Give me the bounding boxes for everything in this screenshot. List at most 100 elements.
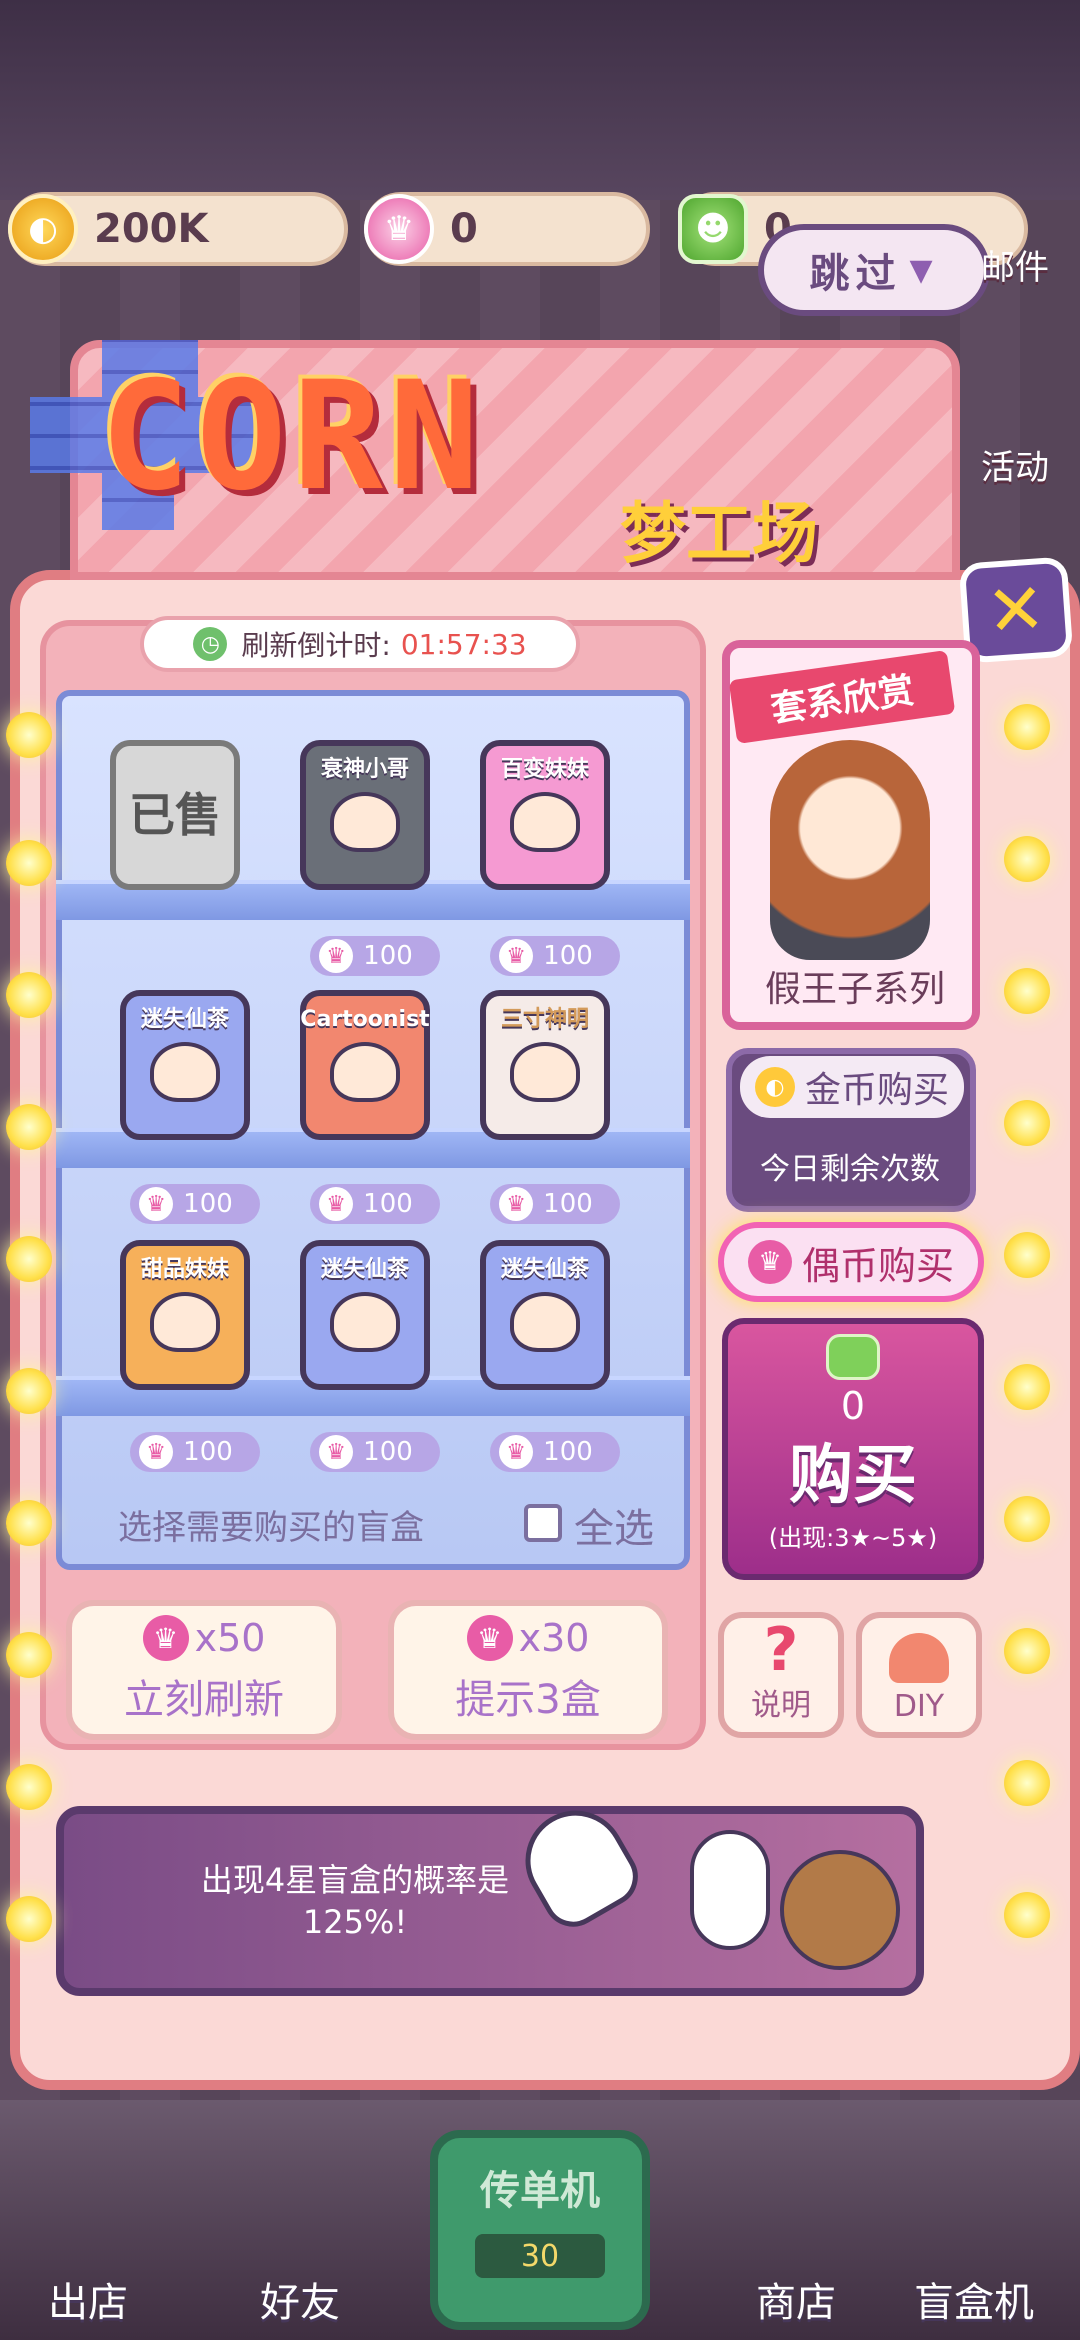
crown-coin-icon: ♛ <box>139 1187 174 1221</box>
blindbox-price: ♛ 100 <box>130 1184 260 1224</box>
blindbox-name: Cartoonist <box>300 1007 430 1032</box>
character-face <box>330 1292 400 1353</box>
blindbox-name: 衰神小哥 <box>320 757 409 782</box>
blindbox-slot[interactable]: 百变妹妹 <box>480 740 610 890</box>
blindbox-slot[interactable]: 迷失仙茶 <box>480 1240 610 1390</box>
marquee-light <box>1004 1760 1050 1806</box>
idol-coin-currency[interactable]: ♛ 0 <box>364 192 650 266</box>
marquee-light <box>6 1500 52 1546</box>
skip-label: 跳过 <box>809 251 902 297</box>
mail-button[interactable]: 邮件 <box>960 240 1070 289</box>
activity-button[interactable]: 活动 <box>960 440 1070 489</box>
background-top <box>0 0 1080 200</box>
hint-label: 提示3盒 <box>455 1677 601 1723</box>
crown-coin-icon: ♛ <box>319 939 354 973</box>
refresh-cost: x50 <box>194 1616 266 1660</box>
marquee-light <box>1004 704 1050 750</box>
select-all-checkbox[interactable] <box>524 1504 562 1542</box>
blindbox-price: ♛ 100 <box>490 936 620 976</box>
blindbox-slot[interactable]: 迷失仙茶 <box>120 990 250 1140</box>
marquee-light <box>1004 1364 1050 1410</box>
hint-cost: x30 <box>518 1616 590 1660</box>
diy-button[interactable]: DIY <box>856 1612 982 1738</box>
select-all-label[interactable]: 全选 <box>574 1496 654 1554</box>
hint-three-button[interactable]: ♛ x30 提示3盒 <box>388 1600 668 1740</box>
crown-coin-icon: ♛ <box>499 1187 534 1221</box>
doll-icon <box>889 1633 949 1683</box>
marquee-light <box>1004 1496 1050 1542</box>
help-label: 说明 <box>751 1688 811 1723</box>
marquee-light <box>6 1764 52 1810</box>
blindbox-name: 百变妹妹 <box>500 757 589 782</box>
refresh-label: 立刻刷新 <box>124 1677 284 1723</box>
marquee-light <box>6 712 52 758</box>
crown-coin-icon: ♛ <box>319 1435 354 1469</box>
crown-coin-icon: ♛ <box>319 1187 354 1221</box>
crown-coin-icon: ♛ <box>747 1240 792 1284</box>
marquee-light <box>1004 1232 1050 1278</box>
marquee-light <box>1004 968 1050 1014</box>
gold-currency[interactable]: ◐ 200K <box>8 192 348 266</box>
buy-odds: (出现:3★~5★) <box>768 1524 938 1552</box>
marquee-light <box>1004 1100 1050 1146</box>
bunny-mascot <box>690 1830 770 1950</box>
refresh-now-button[interactable]: ♛ x50 立刻刷新 <box>66 1600 342 1740</box>
blindbox-price: ♛ 100 <box>490 1432 620 1472</box>
crown-coin-icon: ♛ <box>499 1435 534 1469</box>
series-character-image <box>770 740 930 960</box>
marquee-light <box>6 1368 52 1414</box>
blindbox-price: ♛ 100 <box>130 1432 260 1472</box>
crown-coin-icon: ♛ <box>139 1435 174 1469</box>
gold-coin-icon: ◐ <box>754 1067 795 1107</box>
help-button[interactable]: ? 说明 <box>718 1612 844 1738</box>
marquee-light <box>6 1236 52 1282</box>
select-hint: 选择需要购买的盲盒 <box>118 1508 424 1548</box>
nav-shop[interactable]: 商店 <box>756 2270 836 2328</box>
idol-coin-amount: 0 <box>450 206 478 252</box>
nav-blindbox-machine[interactable]: 盲盒机 <box>914 2270 1034 2328</box>
gold-coin-icon: ◐ <box>8 194 78 264</box>
marquee-light <box>1004 836 1050 882</box>
timer-label: 刷新倒计时: <box>241 629 391 662</box>
crown-coin-icon: ♛ <box>364 194 434 264</box>
blindbox-slot[interactable]: 甜品妹妹 <box>120 1240 250 1390</box>
gold-buy-button[interactable]: ◐ 金币购买 <box>740 1056 964 1118</box>
diy-label: DIY <box>893 1689 945 1724</box>
flyer-count: 30 <box>475 2234 605 2278</box>
blindbox-name: 甜品妹妹 <box>140 1257 229 1282</box>
blindbox-price: ♛ 100 <box>310 1432 440 1472</box>
nav-leave-store[interactable]: 出店 <box>48 2270 128 2328</box>
blindbox-slot[interactable]: 衰神小哥 <box>300 740 430 890</box>
idol-coin-buy-button[interactable]: ♛ 偶币购买 <box>718 1222 984 1302</box>
question-icon: ? <box>763 1615 799 1685</box>
sold-label: 已售 <box>129 787 221 842</box>
buy-button[interactable]: 0 购买 (出现:3★~5★) <box>722 1318 984 1580</box>
blindbox-slot[interactable]: Cartoonist <box>300 990 430 1140</box>
blindbox-name: 迷失仙茶 <box>320 1257 409 1282</box>
idol-buy-label: 偶币购买 <box>801 1243 954 1288</box>
marquee-light <box>6 972 52 1018</box>
clock-icon: ◷ <box>193 627 228 661</box>
blindbox-price: ♛ 100 <box>310 936 440 976</box>
character-face <box>150 1042 220 1103</box>
marquee-light <box>6 840 52 886</box>
character-face <box>510 792 580 853</box>
marquee-light <box>1004 1892 1050 1938</box>
crown-coin-icon: ♛ <box>499 939 534 973</box>
nav-friends[interactable]: 好友 <box>260 2270 340 2328</box>
gold-amount: 200K <box>94 206 209 252</box>
logo-subtitle: 梦工场 <box>620 495 818 572</box>
close-icon: ✕ <box>983 567 1049 653</box>
blindbox-slot[interactable]: 迷失仙茶 <box>300 1240 430 1390</box>
bear-mascot <box>780 1850 900 1970</box>
blindbox-slot[interactable]: 三寸神明 <box>480 990 610 1140</box>
gold-buy-label: 金币购买 <box>804 1070 949 1111</box>
nav-flyer-machine[interactable]: 传单机 30 <box>430 2130 650 2330</box>
blindbox-name: 三寸神明 <box>500 1007 589 1032</box>
tip-text: 出现4星盲盒的概率是125%! <box>200 1861 510 1941</box>
skip-button[interactable]: 跳过 ▼ <box>758 224 990 316</box>
marquee-light <box>6 1104 52 1150</box>
chevron-down-icon: ▼ <box>909 252 939 288</box>
blindbox-price: ♛ 100 <box>310 1184 440 1224</box>
frog-gem-icon: ☻ <box>678 194 748 264</box>
